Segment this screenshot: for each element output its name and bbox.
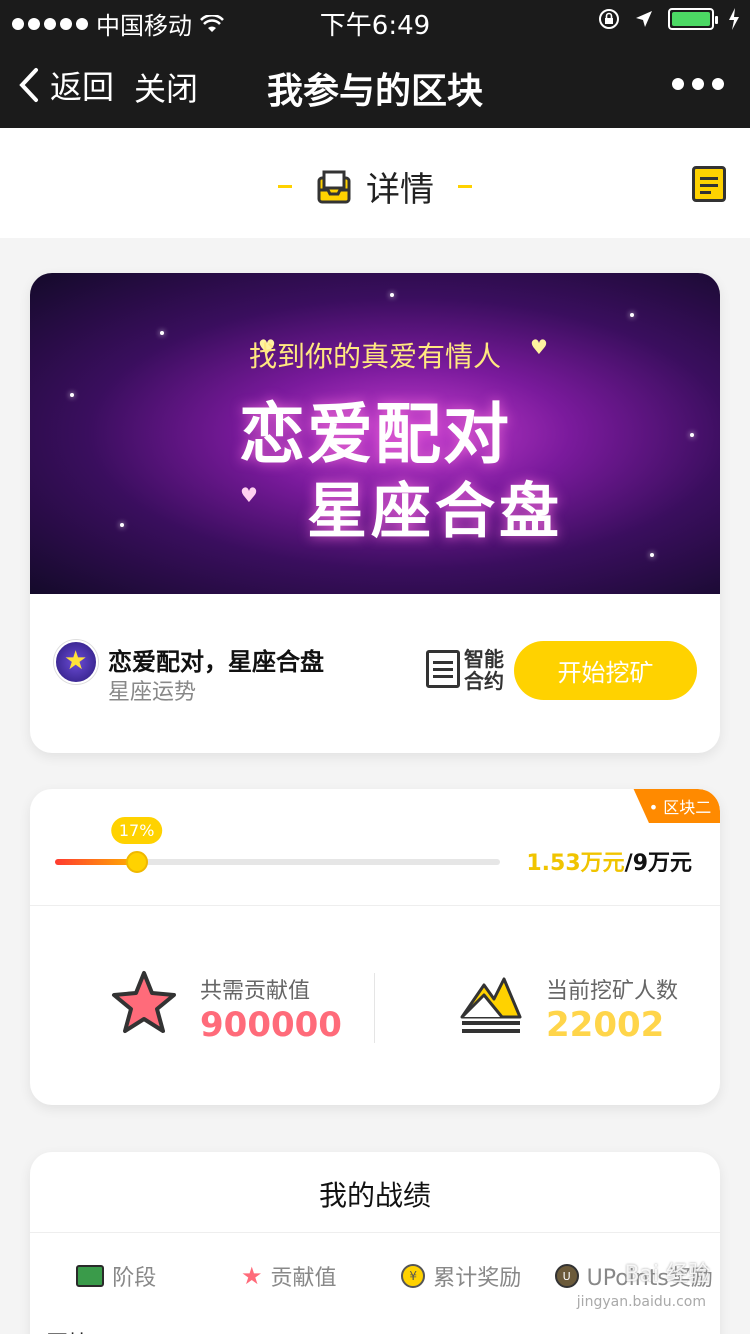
detail-header: 详情 [0, 128, 750, 238]
table-row: 区块 [46, 1326, 90, 1334]
record-title: 我的战绩 [318, 1179, 431, 1212]
block-badge: • 区块二 [633, 789, 720, 823]
rotation-lock-icon [599, 9, 619, 29]
contract-label-line1: 智能 [464, 647, 504, 671]
upoints-coin-icon: U [554, 1264, 579, 1288]
stage-icon [76, 1265, 105, 1287]
progress-percent-bubble: 17% [110, 817, 163, 844]
inbox-icon [317, 170, 351, 203]
star-icon: ★ [240, 1262, 263, 1290]
column-total-reward-label: 累计奖励 [433, 1266, 522, 1291]
title-dash-right [458, 185, 472, 188]
progress-knob [125, 851, 148, 873]
detail-title-wrap: 详情 [0, 162, 750, 211]
column-contribution: ★ 贡献值 [203, 1260, 376, 1292]
mountain-icon [460, 977, 522, 1033]
watermark: Bai 经验 [624, 1262, 710, 1287]
current-miners-stat: 当前挖矿人数 22002 [546, 973, 678, 1045]
location-arrow-icon [636, 11, 652, 27]
required-contribution-label: 共需贡献值 [200, 979, 311, 1004]
project-name: 恋爱配对，星座合盘 [108, 648, 324, 676]
notes-icon[interactable] [692, 166, 726, 202]
project-category: 星座运势 [108, 680, 197, 705]
smart-contract-icon[interactable] [426, 650, 460, 688]
coin-icon: ¥ [401, 1264, 426, 1288]
battery-icon [668, 8, 718, 30]
progress-bar: 17% [55, 817, 500, 873]
banner-title-line2: 星座合盘 [307, 477, 563, 547]
current-miners-label: 当前挖矿人数 [546, 979, 679, 1004]
status-right [598, 8, 740, 30]
project-info-row: 恋爱配对，星座合盘 星座运势 智能 合约 开始挖矿 [30, 594, 720, 753]
record-header-row: 阶段 ★ 贡献值 ¥ 累计奖励 U UPoints奖励 [30, 1260, 720, 1292]
start-mining-button[interactable]: 开始挖矿 [514, 641, 697, 700]
contract-label-line2: 合约 [464, 669, 504, 693]
current-miners-value: 22002 [546, 1005, 665, 1045]
more-menu-icon[interactable] [672, 78, 724, 90]
project-avatar [54, 640, 98, 684]
divider [30, 1232, 720, 1233]
page-title: 我参与的区块 [266, 71, 483, 112]
star-icon [112, 971, 176, 1033]
detail-title: 详情 [366, 170, 434, 210]
status-bar: 中国移动 下午6:49 [0, 0, 750, 41]
banner-subtitle: 找到你的真爱有情人 [248, 340, 501, 373]
required-contribution-value: 900000 [200, 1005, 342, 1045]
title-dash-left [278, 185, 292, 188]
amount-current: 1.53万元 [526, 851, 625, 876]
watermark-url: jingyan.baidu.com [576, 1294, 706, 1310]
amount-total: /9万元 [624, 851, 692, 876]
column-stage-label: 阶段 [112, 1266, 157, 1291]
divider [374, 973, 375, 1043]
charging-bolt-icon [729, 8, 739, 30]
column-total-reward: ¥ 累计奖励 [375, 1260, 548, 1292]
nav-bar: 返回 关闭 我参与的区块 [0, 40, 750, 128]
project-banner: ♥ ♥ ♥ 找到你的真爱有情人 恋爱配对 星座合盘 [30, 273, 720, 594]
project-card[interactable]: ♥ ♥ ♥ 找到你的真爱有情人 恋爱配对 星座合盘 恋爱配对，星座合盘 星座运势… [30, 273, 720, 753]
divider [30, 905, 720, 906]
smart-contract-label[interactable]: 智能 合约 [464, 648, 504, 692]
column-stage: 阶段 [30, 1260, 203, 1292]
amount-raised: 1.53万元/9万元 [526, 845, 692, 877]
column-contribution-label: 贡献值 [270, 1266, 337, 1291]
block-progress-card: • 区块二 17% 1.53万元/9万元 共需贡献值 900000 当前挖矿人数… [30, 789, 720, 1105]
required-contribution-stat: 共需贡献值 900000 [200, 973, 342, 1045]
progress-fill [55, 859, 137, 865]
